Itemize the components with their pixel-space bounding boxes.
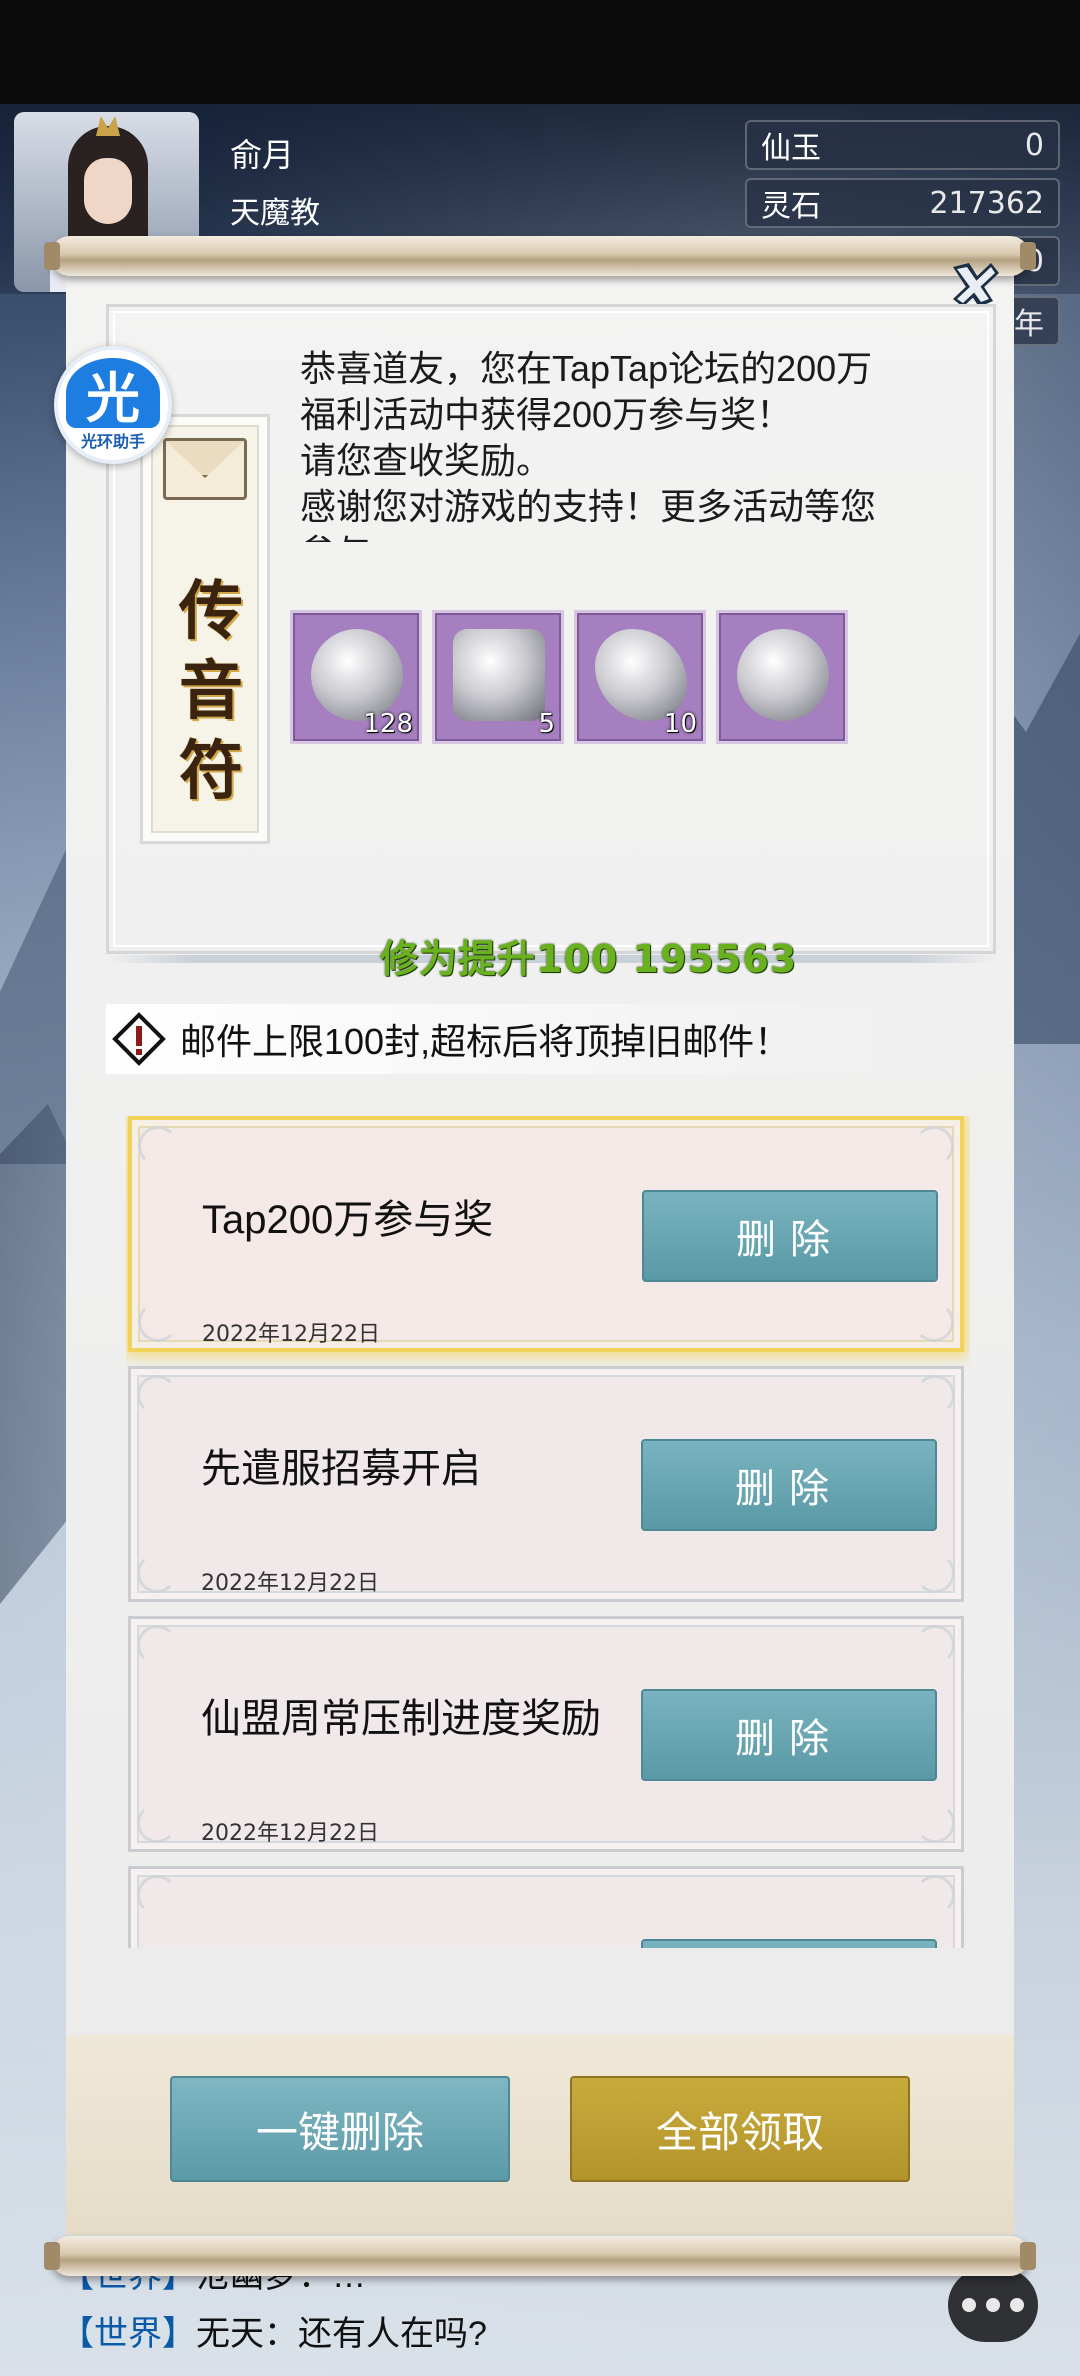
player-sect: 天魔教	[230, 196, 320, 231]
resource-value: 年	[1014, 307, 1044, 342]
warning-icon	[112, 1012, 166, 1066]
delete-all-button[interactable]: 一键删除	[170, 2076, 510, 2182]
helper-label: 光环助手	[80, 432, 145, 451]
chat-line[interactable]: 【世界】无天：还有人在吗?	[60, 2306, 487, 2355]
notice-text: 邮件上限100封,超标后将顶掉旧邮件！	[180, 1021, 791, 1062]
delete-button[interactable]: 删除	[641, 1439, 937, 1531]
mail-limit-notice: 邮件上限100封,超标后将顶掉旧邮件！	[106, 1004, 996, 1074]
resource-label: 灵石	[761, 189, 821, 224]
delete-button[interactable]: 删除	[642, 1190, 938, 1282]
scroll-rod-top	[44, 236, 1036, 276]
seal-char: 符	[179, 734, 243, 809]
mail-title: 仙盟周常压制进度奖励	[201, 1697, 601, 1741]
mail-title: Tap200万参与奖	[202, 1198, 494, 1242]
resource-xianyu: 仙玉 0	[745, 120, 1060, 170]
dragon-pendant-icon	[595, 629, 687, 721]
reward-item-dragon-pendant[interactable]: 10	[574, 610, 706, 744]
chat-bubble-icon[interactable]	[948, 2268, 1038, 2342]
reward-count: 10	[663, 709, 697, 739]
helper-badge-icon[interactable]: 光 光环助手	[54, 346, 172, 464]
delete-button[interactable]: 删除	[641, 1689, 937, 1781]
resource-lingshi: 灵石 217362	[745, 178, 1060, 228]
resource-value: 0	[1024, 127, 1044, 163]
letter-line: 恭喜道友，您在TapTap论坛的200万	[300, 348, 873, 389]
player-name: 俞月	[230, 136, 295, 174]
reward-item-crystal-orb[interactable]	[716, 610, 848, 744]
mail-item[interactable]: 仙盟周常压制进度奖励 2022年12月22日 删除	[128, 1616, 964, 1852]
reward-count: 128	[363, 709, 413, 739]
letter-line: 请您查收奖励。	[300, 440, 553, 481]
cultivation-gain-popup: 修为提升100 195563	[380, 937, 798, 981]
scroll-rod-bottom	[44, 2236, 1036, 2276]
letter-line: 感谢您对游戏的支持！更多活动等您	[300, 486, 877, 527]
seal-char: 传	[179, 574, 243, 649]
helper-glyph: 光	[66, 358, 160, 430]
claim-all-button[interactable]: 全部领取	[570, 2076, 910, 2182]
resource-value: 217362	[929, 185, 1044, 221]
mail-item[interactable]: 先遣服招募开启 2022年12月22日 删除	[128, 1366, 964, 1602]
mail-date: 2022年12月22日	[201, 1571, 379, 1596]
reward-count: 5	[538, 709, 555, 739]
white-feather-icon	[311, 629, 403, 721]
mail-date: 2022年12月22日	[202, 1322, 380, 1347]
chat-channel: 【世界】	[60, 2315, 196, 2353]
mail-date: 2022年12月22日	[201, 1821, 379, 1846]
resource-label: 仙玉	[761, 131, 821, 166]
mail-list[interactable]: Tap200万参与奖 2022年12月22日 删除 先遣服招募开启 2022年1…	[126, 1116, 970, 1948]
letter-body[interactable]: 恭喜道友，您在TapTap论坛的200万 福利活动中获得200万参与奖！ 请您查…	[300, 346, 940, 542]
mail-item[interactable]: Tap200万参与奖 2022年12月22日 删除	[128, 1116, 964, 1352]
phoenix-talisman-icon	[453, 629, 545, 721]
mail-title	[201, 1869, 621, 1948]
reward-item-phoenix-talisman[interactable]: 5	[432, 610, 564, 744]
crystal-orb-icon	[737, 629, 829, 721]
envelope-icon	[163, 438, 247, 500]
letter-line: 福利活动中获得200万参与奖！	[300, 394, 793, 435]
mail-item[interactable]	[128, 1866, 964, 1948]
reward-item-white-feather[interactable]: 128	[290, 610, 422, 744]
letter-line: 参与	[300, 530, 940, 542]
chat-text: 无天：还有人在吗?	[196, 2315, 487, 2353]
mail-title: 先遣服招募开启	[201, 1447, 481, 1491]
avatar-face	[84, 158, 132, 224]
seal-char: 音	[179, 654, 243, 729]
delete-button[interactable]	[641, 1939, 937, 1948]
